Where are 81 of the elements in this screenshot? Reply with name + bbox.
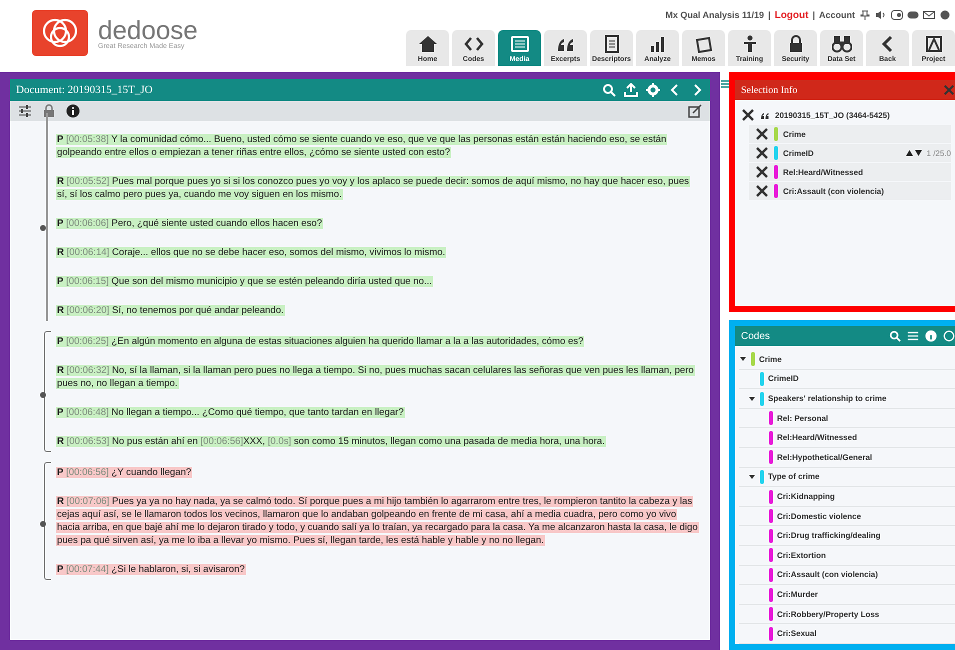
media-icon [510,35,530,53]
transcript-paragraph: P [00:06:48] No llegan a tiempo... ¿Como qué tiempo, que tanto tardan en llegar? [56,406,406,419]
home-icon [418,35,438,53]
remove-icon[interactable] [755,146,769,160]
info-icon[interactable] [66,104,80,118]
binoculars-icon [832,35,852,53]
code-label[interactable]: Cri:Extortion [777,550,826,560]
excerpt-marker[interactable] [40,225,46,231]
remove-icon[interactable] [755,127,769,141]
code-label[interactable]: CrimeID [768,374,799,384]
project-icon [924,35,944,53]
speaker-icon[interactable] [875,10,887,20]
code-label[interactable]: Cri:Sexual [777,629,817,638]
quote-icon [760,110,770,120]
code-label[interactable]: Rel: Personal [777,414,828,423]
up-arrow-icon[interactable] [906,150,913,156]
mail-icon[interactable] [923,10,935,20]
caret-down-icon[interactable] [748,472,756,481]
separator: | [812,10,815,20]
transcript-paragraph: P [00:06:06] Pero, ¿qué siente usted cuando ellos hacen eso? [56,217,324,230]
search-icon[interactable] [889,330,901,342]
code-label[interactable]: Cri:Kidnapping [777,492,835,502]
remove-icon[interactable] [755,184,769,198]
panel-title: Codes [741,330,770,342]
document-title: Document: 20190315_15T_JO [16,84,153,96]
sliders-icon[interactable] [18,104,32,118]
transcript-paragraph: P [00:05:38] Y la comunidad cómo... Bueno, usted cómo se siente cuando ve eso, que ve que las personas están están haciendo eso, se están golpeando entre ellos o empiezan a tener riñas entre ellos, ¿cómo se siente usted con esto? [56,133,668,159]
down-arrow-icon[interactable] [914,150,922,156]
remove-icon[interactable] [741,108,755,122]
separator: | [768,10,771,20]
code-label[interactable]: Cri:Murder [777,590,818,600]
transcript-paragraph: R [00:06:32] No, sí la llaman, si la llaman pero pues no llega a tiempo. Si no, pues muchas sacan celulares las señoras que ven pues les llaman, pero pues no, no llegan a tiempo. [56,364,696,390]
lock-icon[interactable] [42,104,56,118]
transcript-paragraph: P [00:06:25] ¿En algún momento en alguna de estas situaciones alguien ha querido llamar a la a las autoridades, cómo es? [56,335,586,348]
transcript-paragraph: P [00:07:44] ¿Si le hablaron, si, si avisaron? [56,563,247,576]
code-label[interactable]: Cri:Assault (con violencia) [777,570,878,580]
edit-icon[interactable] [688,104,702,118]
remove-icon[interactable] [755,165,769,179]
brand-name: dedoose [98,16,198,42]
sliders-icon[interactable] [907,330,919,342]
menu-icon[interactable] [720,80,728,88]
excerpt-bracket[interactable] [44,331,51,452]
code-icon [464,35,484,53]
toggle-icon[interactable] [907,10,919,20]
upload-icon[interactable] [624,83,638,97]
search-icon[interactable] [602,83,616,97]
panel-title: Selection Info [741,84,798,96]
header-text[interactable]: Account [819,10,855,20]
transcript-paragraph: R [00:05:52] Pues mal porque pues yo si si los conozco pues yo voy y los aplaco se puede decir: somos de aquí mismo, no hay que hacer eso, pues sí, sí los calmo pero pues ya, cuando me voy siguen en los mismo. [56,175,691,201]
excerpt-marker[interactable] [40,521,46,527]
code-weight: 1 /25.0 [926,148,951,158]
caret-down-icon[interactable] [739,355,747,364]
excerpt-bracket[interactable] [44,462,51,580]
transcript-paragraph: P [00:06:15] Que son del mismo municipio y que se estén peleando diría usted que no... [56,275,434,288]
code-label: Rel:Heard/Witnessed [783,168,863,176]
code-label[interactable]: Rel:Heard/Witnessed [777,433,857,442]
logo-icon [32,10,88,56]
code-label[interactable]: Crime [759,354,782,364]
code-label: CrimeID [783,148,814,158]
transcript-paragraph: R [00:07:06] Pues ya ya no hay nada, ya se calmó todo. Sí porque pues a mi hijo también lo agarrarom entre tres, le rompieron tantito la cabeza y las cejas aquí así, se le llamaron todos los vecinos, llamaron que lo andaban golpeando en frente de mi casa, ahí a media cuadra, pero como yo vivo hacia arriba, en que bajé ahí me lo dejaron tirado y todo, y cuando salí ya lo traían, ya recargado para la casa. Ya me alcanzaron hasta la casa, le digo pues pa qué sirven así, ya me lo iba a llevar yo mismo. Pues sí, llegan tarde, les está hable y hable y no no llegan. [56,495,698,547]
transcript-paragraph: R [00:06:53] No pus están ahí en [00:06:56]XXX, [0.0s] son como 15 minutos, llegan como una pasada de media hora, una hora. [56,435,607,448]
excerpt-marker[interactable] [40,392,46,398]
settings-icon[interactable] [646,83,660,97]
pin-icon[interactable] [859,10,871,20]
transcript-paragraph: R [00:06:20] Sí, no tenemos por qué andar peleando. [56,304,286,317]
code-label[interactable]: Cri:Drug trafficking/dealing [777,531,881,540]
transcript-paragraph: P [00:06:56] ¿Y cuando llegan? [56,466,194,479]
memo-icon [694,35,714,53]
code-label: Crime [783,130,806,138]
close-icon[interactable] [943,84,955,96]
code-label: Cri:Assault (con violencia) [783,186,884,196]
caret-down-icon[interactable] [748,394,756,403]
code-label[interactable]: Cri:Robbery/Property Loss [777,610,880,619]
code-label[interactable]: Type of crime [768,472,820,482]
transcript-paragraph: R [00:06:14] Coraje... ellos que no se debe hacer eso, somos del mismo, vivimos lo mismo. [56,246,448,259]
code-label[interactable]: Speakers' relationship to crime [768,394,886,404]
excerpt-document: 20190315_15T_JO (3464-5425) [775,110,890,120]
code-label[interactable]: Rel:Hypothetical/General [777,452,872,462]
header-text[interactable]: Mx Qual Analysis 11/19 [665,10,764,20]
code-label[interactable]: Cri:Domestic violence [777,512,862,521]
logout-link[interactable]: Logout [774,10,808,20]
